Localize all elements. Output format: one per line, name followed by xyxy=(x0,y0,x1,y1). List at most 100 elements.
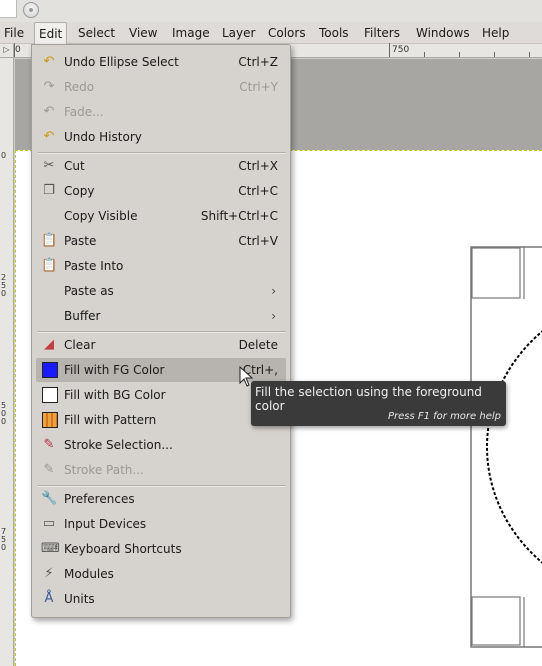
stroke-path-icon: ✎ xyxy=(43,462,55,477)
undo-icon: ↶ xyxy=(43,54,55,69)
ruler-label: 7 5 0 xyxy=(1,527,7,552)
menu-item-units[interactable]: Å Units xyxy=(36,587,286,611)
menu-item-label: Input Devices xyxy=(64,517,147,531)
tooltip-text: Fill the selection using the foreground … xyxy=(255,385,482,413)
menu-item-label: Buffer xyxy=(64,309,101,323)
keyboard-icon: ⌨ xyxy=(41,541,60,556)
menu-item-label: Paste Into xyxy=(64,259,124,273)
menu-windows[interactable]: Windows xyxy=(412,22,474,44)
menu-item-clear[interactable]: ◢ Clear Delete xyxy=(36,333,286,357)
menu-item-label: Paste as xyxy=(64,284,114,298)
ruler-tick xyxy=(389,43,390,57)
paste-into-icon: 📋 xyxy=(41,258,58,273)
ellipse-selection[interactable] xyxy=(486,291,542,603)
menu-item-label: Cut xyxy=(64,159,85,173)
menu-item-label: Fade... xyxy=(64,105,104,119)
tooltip-hint: Press F1 for more help xyxy=(387,411,501,422)
canvas-boundary-guide xyxy=(15,150,16,666)
ruler-tick xyxy=(424,52,425,57)
menu-item-fade[interactable]: ↶ Fade... xyxy=(36,100,286,124)
ruler-label: 0 xyxy=(15,45,21,55)
menu-item-label: Undo Ellipse Select xyxy=(64,55,179,69)
preferences-icon: 🔧 xyxy=(41,491,58,506)
menu-item-preferences[interactable]: 🔧 Preferences xyxy=(36,487,286,511)
ruler-label: 750 xyxy=(392,45,410,55)
menu-item-label: Copy xyxy=(64,184,95,198)
menu-select[interactable]: Select xyxy=(74,22,119,44)
ruler-tick xyxy=(494,52,495,57)
fg-color-swatch xyxy=(42,362,58,378)
ruler-label: 0 xyxy=(1,151,7,160)
menu-item-copy-visible[interactable]: Copy Visible Shift+Ctrl+C xyxy=(36,204,286,228)
menu-item-stroke-selection[interactable]: ✎ Stroke Selection... xyxy=(36,433,286,457)
ruler-label: 2 5 0 xyxy=(1,273,7,298)
menu-item-label: Copy Visible xyxy=(64,209,138,223)
undo-history-icon: ↶ xyxy=(43,129,55,144)
tooltip: Fill the selection using the foreground … xyxy=(251,381,506,426)
menu-tools[interactable]: Tools xyxy=(315,22,353,44)
bg-color-swatch xyxy=(42,387,58,403)
redo-icon: ↷ xyxy=(43,79,55,94)
input-devices-icon: ▭ xyxy=(42,516,56,531)
fade-icon: ↶ xyxy=(43,104,55,119)
menu-item-accel: Ctrl+V xyxy=(238,234,278,248)
menu-item-paste-into[interactable]: 📋 Paste Into xyxy=(36,254,286,278)
menu-item-label: Fill with BG Color xyxy=(64,388,166,402)
ruler-tick xyxy=(459,52,460,57)
edit-menu: ↶ Undo Ellipse Select Ctrl+Z ↷ Redo Ctrl… xyxy=(31,44,291,618)
menu-item-modules[interactable]: ⚡ Modules xyxy=(36,562,286,586)
menu-item-undo-history[interactable]: ↶ Undo History xyxy=(36,125,286,149)
submenu-arrow-icon: › xyxy=(271,309,276,323)
eraser-icon: ◢ xyxy=(44,337,54,352)
menu-item-label: Undo History xyxy=(64,130,142,144)
menu-item-paste-as[interactable]: Paste as › xyxy=(36,279,286,303)
corner-box-bottom xyxy=(471,596,521,646)
menu-item-input-devices[interactable]: ▭ Input Devices xyxy=(36,512,286,536)
menu-colors[interactable]: Colors xyxy=(264,22,310,44)
menu-layer[interactable]: Layer xyxy=(218,22,259,44)
menu-item-accel: Delete xyxy=(238,338,278,352)
menu-item-label: Units xyxy=(64,592,95,606)
mouse-pointer-icon xyxy=(239,366,254,387)
scissors-icon: ✂ xyxy=(43,158,55,173)
units-icon: Å xyxy=(44,591,54,606)
menu-item-label: Preferences xyxy=(64,492,135,506)
menu-edit[interactable]: Edit xyxy=(34,22,68,44)
menu-item-label: Stroke Selection... xyxy=(64,438,173,452)
menu-item-label: Redo xyxy=(64,80,95,94)
menu-item-label: Fill with FG Color xyxy=(64,363,165,377)
menu-item-accel: Ctrl+X xyxy=(238,159,278,173)
menu-item-stroke-path[interactable]: ✎ Stroke Path... xyxy=(36,458,286,482)
ruler-corner-button[interactable]: ▷ xyxy=(0,44,14,58)
menu-view[interactable]: View xyxy=(125,22,161,44)
pattern-swatch xyxy=(42,412,58,428)
menu-file[interactable]: File xyxy=(0,22,28,44)
menu-item-buffer[interactable]: Buffer › xyxy=(36,304,286,328)
image-tab[interactable] xyxy=(0,0,17,18)
menu-item-keyboard-shortcuts[interactable]: ⌨ Keyboard Shortcuts xyxy=(36,537,286,561)
paste-icon: 📋 xyxy=(41,233,58,248)
vertical-ruler[interactable]: 0 2 5 0 5 0 0 7 5 0 xyxy=(0,58,14,666)
corner-box-top xyxy=(471,247,521,299)
menu-filters[interactable]: Filters xyxy=(360,22,404,44)
menu-item-label: Clear xyxy=(64,338,96,352)
stroke-selection-icon: ✎ xyxy=(43,437,55,452)
menu-help[interactable]: Help xyxy=(478,22,513,44)
menu-item-fill-pattern[interactable]: Fill with Pattern xyxy=(36,408,286,432)
submenu-arrow-icon: › xyxy=(271,284,276,298)
menu-item-label: Modules xyxy=(64,567,114,581)
menu-item-cut[interactable]: ✂ Cut Ctrl+X xyxy=(36,154,286,178)
quick-mask-icon[interactable] xyxy=(23,2,39,18)
modules-icon: ⚡ xyxy=(44,566,54,581)
menu-item-redo[interactable]: ↷ Redo Ctrl+Y xyxy=(36,75,286,99)
ruler-label: 5 0 0 xyxy=(1,401,7,426)
menu-item-accel: Ctrl+C xyxy=(238,184,278,198)
menu-item-undo[interactable]: ↶ Undo Ellipse Select Ctrl+Z xyxy=(36,50,286,74)
menu-image[interactable]: Image xyxy=(168,22,214,44)
menu-item-label: Keyboard Shortcuts xyxy=(64,542,182,556)
copy-icon: ❐ xyxy=(43,183,55,198)
menu-item-accel: Shift+Ctrl+C xyxy=(200,209,278,223)
menu-item-paste[interactable]: 📋 Paste Ctrl+V xyxy=(36,229,286,253)
menu-item-copy[interactable]: ❐ Copy Ctrl+C xyxy=(36,179,286,203)
ruler-tick xyxy=(529,52,530,57)
